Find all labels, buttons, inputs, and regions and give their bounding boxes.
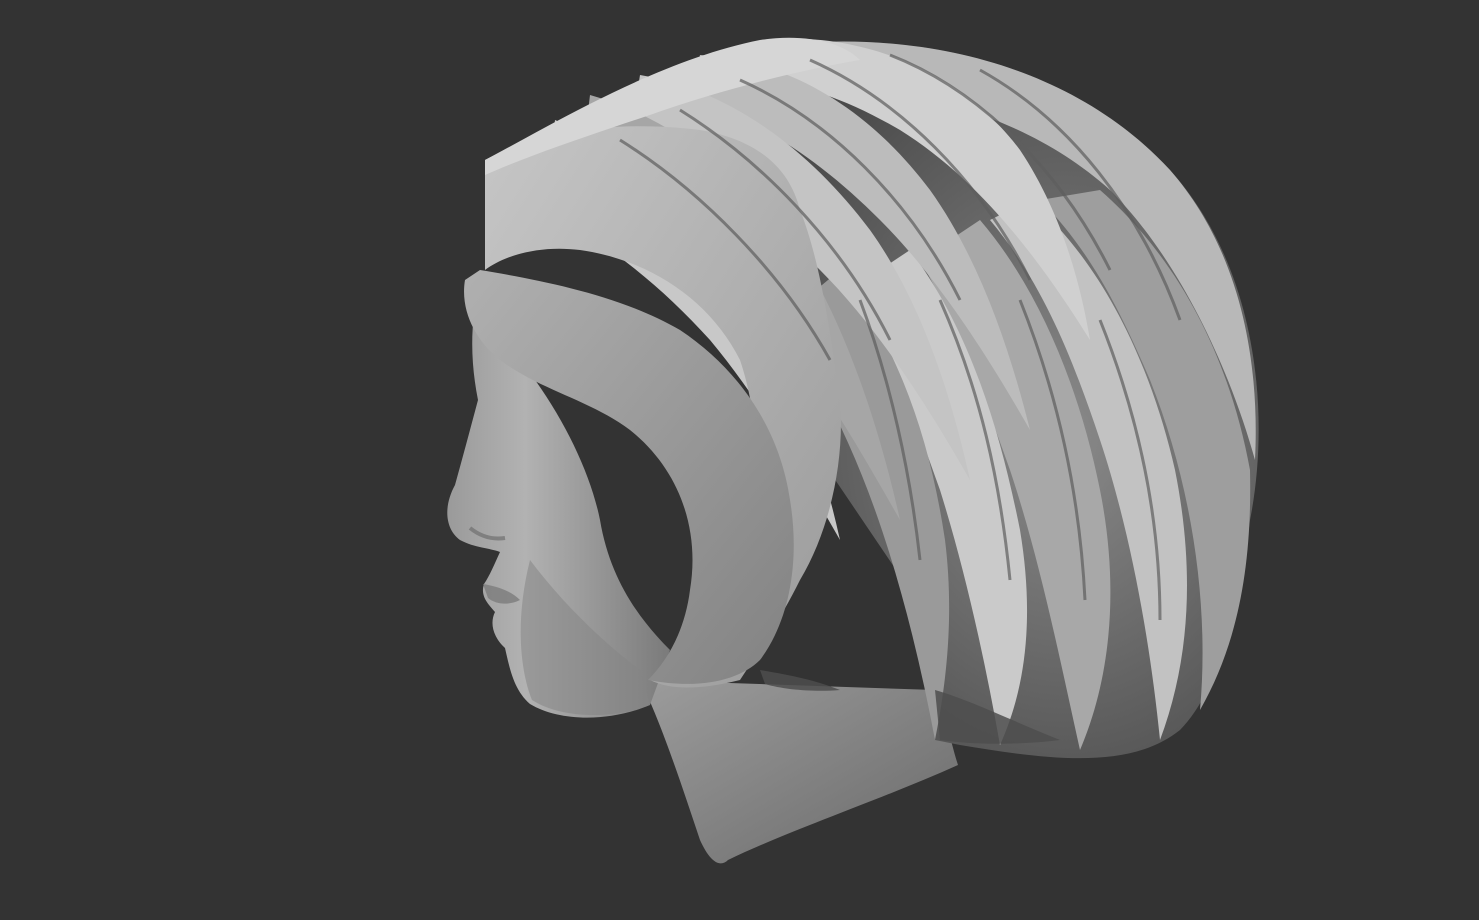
sculpt-render — [0, 0, 1479, 920]
3d-viewport — [0, 0, 1479, 920]
